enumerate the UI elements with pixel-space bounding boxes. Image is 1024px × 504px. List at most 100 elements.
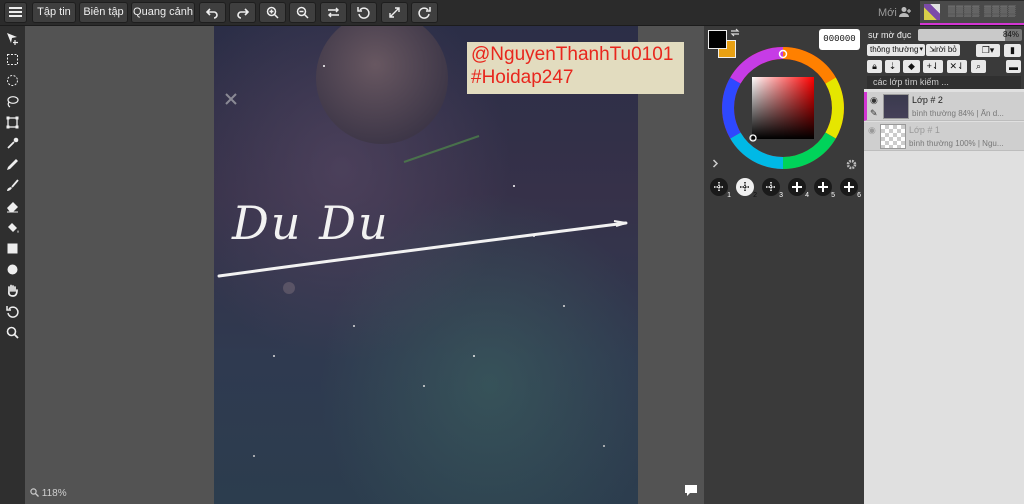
brush-preset-number: 3 (779, 192, 783, 199)
new-layer-button[interactable]: ▮ (1004, 44, 1021, 57)
avatar (924, 4, 940, 20)
rectangle-tool[interactable] (4, 240, 21, 257)
lasso-tool[interactable] (4, 93, 21, 110)
move-tool[interactable] (4, 30, 21, 47)
transform-icon (6, 116, 19, 129)
watermark-line1: @NguyenThanhTu0101 (471, 44, 674, 65)
lasso-icon (7, 96, 19, 108)
brush-preset-icon (714, 182, 724, 192)
detach-button[interactable]: ⇲rời bỏ (926, 44, 960, 56)
chat-icon[interactable] (684, 484, 698, 497)
brush-preset-number: 5 (831, 192, 835, 199)
layer-row-1[interactable]: ◉ Lớp # 1 bình thường 100% | Ngu... (864, 122, 1024, 151)
galaxy-background (214, 26, 638, 504)
transform-tool[interactable] (4, 114, 21, 131)
watermark-line2: #Hoidap247 (471, 67, 574, 88)
eraser-tool[interactable] (4, 198, 21, 215)
search-layers-button[interactable]: ⌕ (971, 60, 986, 73)
layer-search-input[interactable]: các lớp tìm kiếm ... (867, 76, 1021, 89)
rotate-right-button[interactable] (411, 2, 438, 23)
duplicate-icon: ❐▾ (981, 45, 995, 55)
eyedropper-tool[interactable] (4, 135, 21, 152)
file-menu-button[interactable]: Tập tin (32, 2, 76, 23)
chevron-right-icon[interactable] (712, 159, 719, 168)
user-name: ▒▒▒▒ ▒▒▒▒ (948, 6, 1017, 17)
layer-thumbnail (880, 124, 906, 149)
rect-select-tool[interactable] (4, 51, 21, 68)
swap-icon (328, 7, 339, 18)
gear-icon[interactable] (846, 159, 857, 170)
ellipse-select-icon (7, 75, 18, 86)
undo-button[interactable] (199, 2, 226, 23)
color-wheel[interactable] (721, 46, 845, 170)
add-user-icon[interactable] (899, 6, 912, 21)
layers-panel: sự mờ đục 84% thông thường ▾ ⇲rời bỏ ❐▾ … (864, 26, 1024, 504)
lock-icon: 🔒︎ (872, 61, 877, 71)
merge-up-button[interactable]: +⇃ (923, 60, 943, 73)
canvas-area[interactable]: Du Du (25, 26, 704, 504)
brush-preset-4[interactable]: 4 (788, 178, 809, 199)
brush-preset-2[interactable]: 2 (736, 178, 757, 199)
blend-mode-select[interactable]: thông thường ▾ (867, 44, 925, 56)
layer-desc: bình thường 100% | Ngu... (909, 139, 1004, 148)
zoom-tool[interactable] (4, 324, 21, 341)
eye-icon[interactable]: ◉ (868, 125, 876, 136)
hamburger-menu-icon (9, 7, 22, 17)
brush-preset-number: 1 (727, 192, 731, 199)
redo-icon (237, 8, 249, 19)
artboard[interactable]: Du Du (214, 26, 638, 504)
new-label[interactable]: Mới (878, 7, 897, 19)
paint-bucket-icon (8, 223, 19, 233)
rotate-right-icon (418, 7, 431, 19)
brush-preset-number: 6 (857, 192, 861, 199)
brush-preset-5[interactable]: 5 (814, 178, 835, 199)
ellipse-select-tool[interactable] (4, 72, 21, 89)
edit-menu-button[interactable]: Biên tập (79, 2, 128, 23)
circle-icon (7, 264, 18, 275)
clear-layer-button[interactable]: ◆ (903, 60, 920, 73)
move-icon (7, 33, 18, 45)
view-menu-button[interactable]: Quang cảnh (131, 2, 195, 23)
duplicate-layer-button[interactable]: ❐▾ (976, 44, 1000, 57)
lock-layer-button[interactable]: 🔒︎ (867, 60, 882, 73)
fill-tool[interactable] (4, 219, 21, 236)
layer-row-2[interactable]: ◉ ✎ Lớp # 2 bình thường 84% | Ẩn d... (864, 92, 1024, 121)
detach-icon: ⇲ (929, 45, 936, 54)
fullscreen-button[interactable] (381, 2, 408, 23)
opacity-slider-fill (918, 29, 1006, 41)
brush-preset-icon (766, 182, 776, 192)
merge-icon: +⇃ (926, 61, 940, 71)
rotate-left-button[interactable] (350, 2, 377, 23)
swap-colors-icon[interactable] (730, 28, 740, 37)
hand-tool[interactable] (4, 282, 21, 299)
brush-preset-6[interactable]: 6 (840, 178, 861, 199)
eraser-small-icon: ◆ (908, 61, 915, 71)
magnifier-icon (6, 326, 19, 339)
blend-mode-value: thông thường (870, 45, 919, 54)
brush-tool[interactable] (4, 177, 21, 194)
flip-button[interactable] (320, 2, 347, 23)
zoom-out-button[interactable] (289, 2, 316, 23)
plus-icon (792, 182, 802, 192)
eye-icon[interactable]: ◉ (870, 95, 878, 106)
pencil-icon (7, 159, 18, 170)
main-menu-button[interactable] (4, 2, 27, 23)
layer-desc: bình thường 84% | Ẩn d... (912, 109, 1004, 118)
brush-preset-1[interactable]: 1 (710, 178, 731, 199)
delete-layer-button[interactable]: ▬ (1006, 60, 1021, 73)
watermark-box: @NguyenThanhTu0101 #Hoidap247 (467, 42, 684, 94)
redo-button[interactable] (229, 2, 256, 23)
opacity-slider[interactable]: 84% (918, 29, 1022, 41)
delete-merge-button[interactable]: ✕⇃ (947, 60, 967, 73)
brush-preset-number: 4 (805, 192, 809, 199)
brush-preset-3[interactable]: 3 (762, 178, 783, 199)
trash-icon: ▬ (1009, 61, 1018, 72)
merge-down-button[interactable]: ⇣ (885, 60, 900, 73)
account-area[interactable]: ▒▒▒▒ ▒▒▒▒ (920, 1, 1024, 25)
rotate-view-tool[interactable] (4, 303, 21, 320)
zoom-in-button[interactable] (259, 2, 286, 23)
zoom-indicator[interactable]: 118% (30, 488, 67, 499)
ellipse-tool[interactable] (4, 261, 21, 278)
zoom-in-icon (266, 6, 279, 19)
pencil-tool[interactable] (4, 156, 21, 173)
